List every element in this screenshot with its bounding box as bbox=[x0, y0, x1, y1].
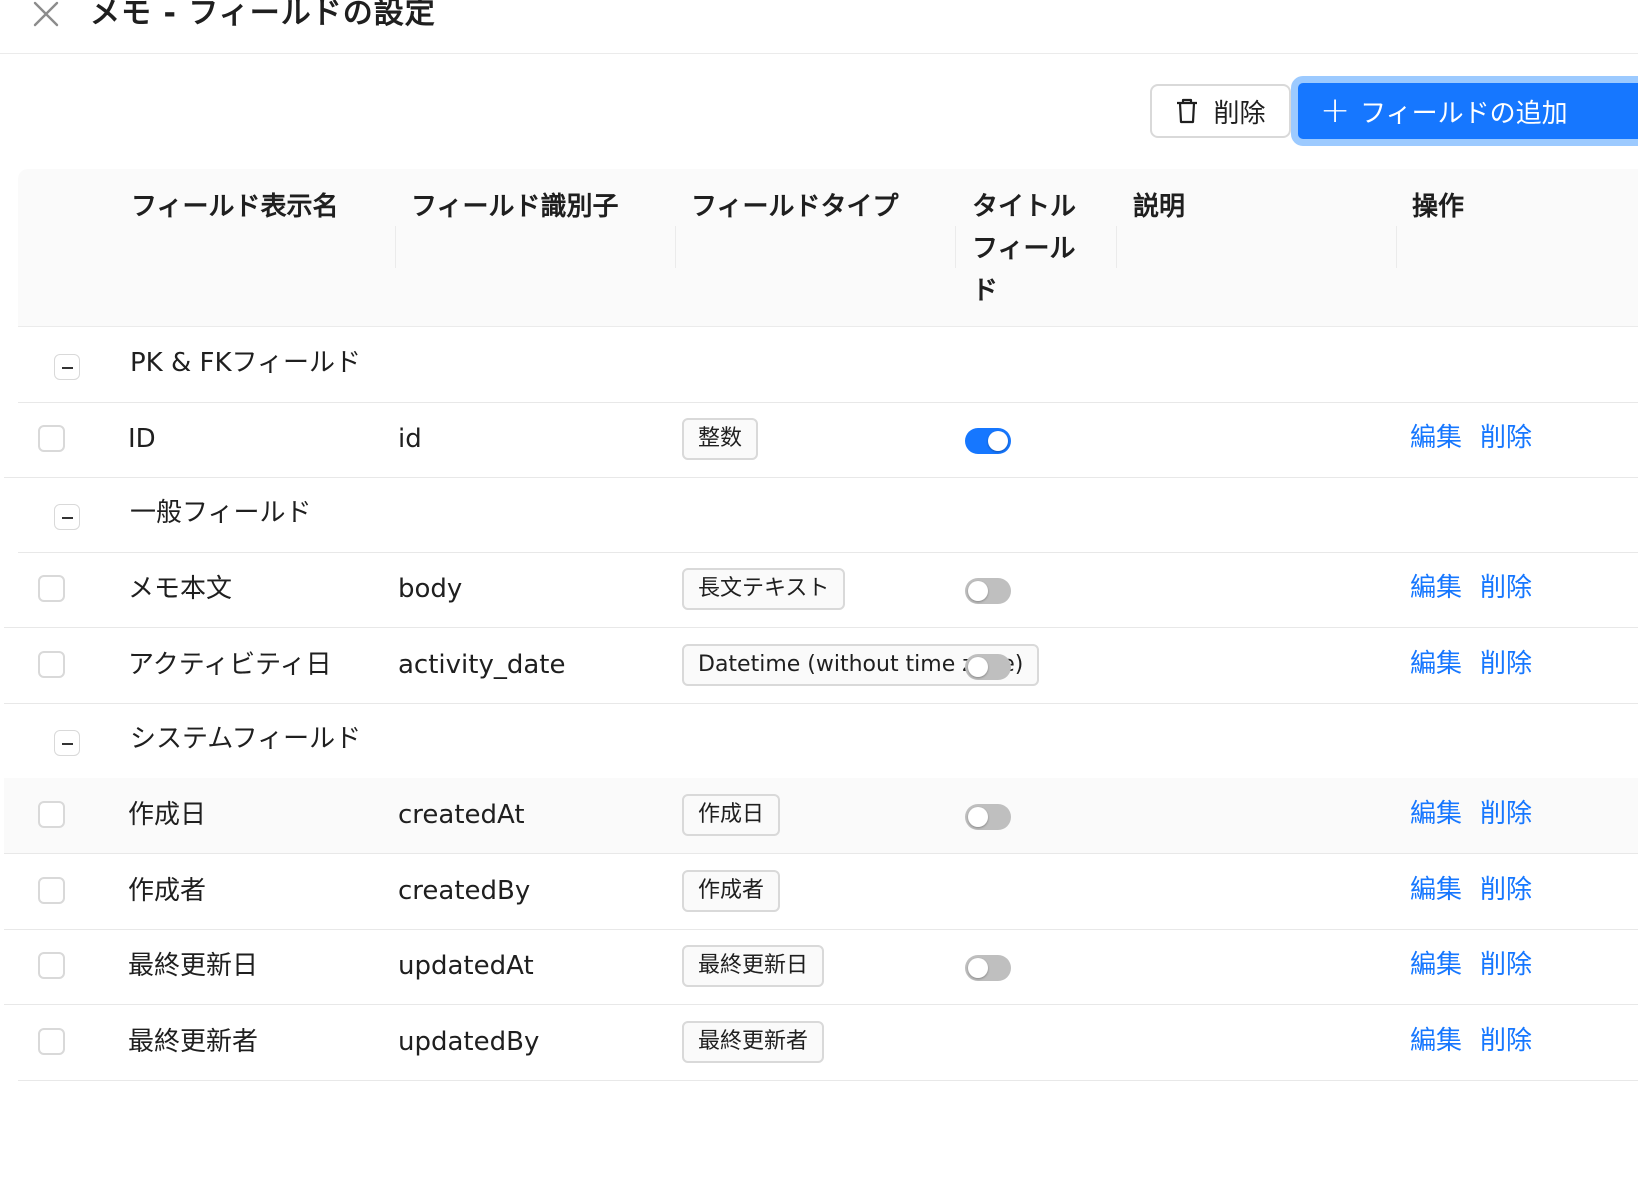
table-row bbox=[4, 854, 1638, 930]
row-checkbox[interactable] bbox=[38, 1028, 65, 1055]
table-row bbox=[4, 402, 1638, 478]
toggle-knob bbox=[968, 807, 988, 827]
plus-icon: + bbox=[1320, 90, 1351, 131]
column-header-title-field-line3: ド bbox=[972, 276, 999, 306]
field-type-tag: 整数 bbox=[682, 418, 759, 460]
column-header-title-field[interactable]: タイトル フィール ド bbox=[972, 186, 1076, 312]
table-row bbox=[18, 1005, 1638, 1081]
column-divider bbox=[675, 226, 676, 268]
group-label: システムフィールド bbox=[130, 724, 362, 754]
group-label: 一般フィールド bbox=[130, 498, 312, 528]
edit-link[interactable]: 編集 bbox=[1410, 648, 1462, 680]
column-divider bbox=[1396, 226, 1397, 268]
field-type-tag: 作成日 bbox=[682, 794, 781, 836]
column-header-type[interactable]: フィールドタイプ bbox=[691, 186, 898, 228]
delete-link[interactable]: 削除 bbox=[1480, 572, 1532, 604]
field-identifier: activity_date bbox=[398, 650, 566, 680]
delete-link[interactable]: 削除 bbox=[1480, 1025, 1532, 1057]
column-header-description[interactable]: 説明 bbox=[1133, 186, 1185, 228]
title-field-toggle[interactable] bbox=[965, 955, 1011, 981]
delete-link[interactable]: 削除 bbox=[1480, 422, 1532, 454]
delete-link[interactable]: 削除 bbox=[1480, 874, 1532, 906]
column-header-display-name[interactable]: フィールド表示名 bbox=[131, 186, 338, 228]
delete-link[interactable]: 削除 bbox=[1480, 798, 1532, 830]
table-row bbox=[4, 778, 1638, 854]
row-checkbox[interactable] bbox=[38, 877, 65, 904]
field-identifier: body bbox=[398, 574, 463, 604]
delete-fields-button[interactable]: 削除 bbox=[1150, 84, 1291, 138]
column-divider bbox=[395, 226, 396, 268]
group-collapse-toggle[interactable] bbox=[54, 354, 80, 380]
field-display-name: 作成日 bbox=[128, 800, 207, 830]
field-display-name: 最終更新日 bbox=[128, 951, 259, 981]
edit-link[interactable]: 編集 bbox=[1410, 798, 1462, 830]
add-field-button[interactable]: + フィールドの追加 bbox=[1291, 76, 1638, 146]
edit-link[interactable]: 編集 bbox=[1410, 422, 1462, 454]
close-icon[interactable] bbox=[32, 0, 60, 28]
field-display-name: アクティビティ日 bbox=[128, 650, 332, 680]
column-header-title-field-line2: フィール bbox=[972, 234, 1076, 264]
field-display-name: 最終更新者 bbox=[128, 1027, 259, 1057]
edit-link[interactable]: 編集 bbox=[1410, 1025, 1462, 1057]
field-identifier: id bbox=[398, 424, 422, 454]
title-field-toggle[interactable] bbox=[965, 804, 1011, 830]
delete-fields-label: 削除 bbox=[1213, 98, 1266, 129]
drawer-header: メモ - フィールドの設定 bbox=[0, 0, 1638, 54]
edit-link[interactable]: 編集 bbox=[1410, 874, 1462, 906]
row-checkbox[interactable] bbox=[38, 575, 65, 602]
field-type-tag: 作成者 bbox=[682, 870, 781, 912]
title-field-toggle[interactable] bbox=[965, 578, 1011, 604]
row-checkbox[interactable] bbox=[38, 952, 65, 979]
column-divider bbox=[955, 226, 956, 268]
field-display-name: ID bbox=[128, 424, 156, 454]
toggle-knob bbox=[968, 581, 988, 601]
column-header-title-field-line1: タイトル bbox=[972, 192, 1077, 222]
toggle-knob bbox=[968, 657, 988, 677]
field-type-tag: 最終更新日 bbox=[682, 945, 825, 987]
field-identifier: createdBy bbox=[398, 876, 531, 906]
column-header-identifier[interactable]: フィールド識別子 bbox=[411, 186, 618, 228]
delete-link[interactable]: 削除 bbox=[1480, 648, 1532, 680]
group-collapse-toggle[interactable] bbox=[54, 730, 80, 756]
row-checkbox[interactable] bbox=[38, 801, 65, 828]
field-type-tag: 長文テキスト bbox=[682, 568, 846, 610]
title-field-toggle[interactable] bbox=[965, 654, 1011, 680]
title-field-toggle[interactable] bbox=[965, 428, 1011, 454]
row-checkbox[interactable] bbox=[38, 425, 65, 452]
field-identifier: createdAt bbox=[398, 800, 525, 830]
field-identifier: updatedBy bbox=[398, 1027, 540, 1057]
edit-link[interactable]: 編集 bbox=[1410, 572, 1462, 604]
toggle-knob bbox=[968, 958, 988, 978]
column-divider bbox=[1116, 226, 1117, 268]
delete-link[interactable]: 削除 bbox=[1480, 949, 1532, 981]
group-label: PK & FKフィールド bbox=[130, 348, 362, 378]
add-field-label: フィールドの追加 bbox=[1360, 98, 1568, 129]
toggle-knob bbox=[988, 431, 1008, 451]
field-type-tag: 最終更新者 bbox=[682, 1021, 825, 1063]
field-identifier: updatedAt bbox=[398, 951, 534, 981]
row-checkbox[interactable] bbox=[38, 651, 65, 678]
edit-link[interactable]: 編集 bbox=[1410, 949, 1462, 981]
column-header-actions: 操作 bbox=[1412, 192, 1465, 222]
trash-icon bbox=[1177, 98, 1198, 124]
group-collapse-toggle[interactable] bbox=[54, 504, 80, 530]
drawer-title: メモ - フィールドの設定 bbox=[90, 0, 436, 31]
field-display-name: メモ本文 bbox=[128, 574, 233, 604]
field-display-name: 作成者 bbox=[128, 876, 207, 906]
